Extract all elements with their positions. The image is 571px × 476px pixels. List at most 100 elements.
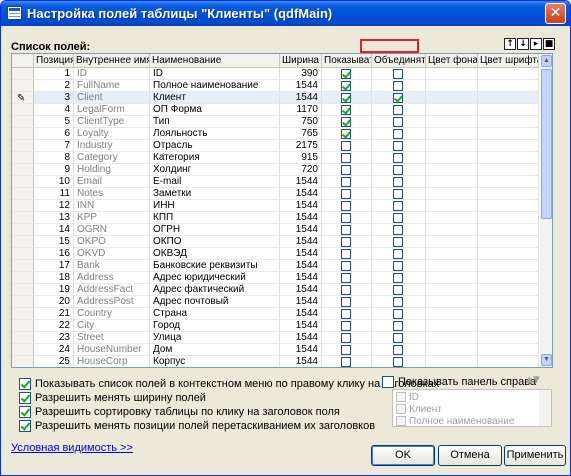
cell-merge[interactable]: [372, 140, 426, 152]
right-panel-arrows[interactable]: ▲▼: [526, 375, 552, 388]
cell-bg-color[interactable]: [426, 116, 478, 128]
merge-checkbox[interactable]: [393, 81, 403, 91]
toolbar-button-3[interactable]: ▸: [530, 38, 542, 50]
col-merge[interactable]: Объединять: [372, 54, 426, 68]
merge-checkbox[interactable]: [393, 213, 403, 223]
scroll-thumb[interactable]: [541, 69, 552, 219]
cell-title[interactable]: Улица: [150, 332, 280, 344]
cell-bg-color[interactable]: [426, 260, 478, 272]
cell-font-color[interactable]: [478, 104, 539, 116]
cell-show[interactable]: [322, 128, 372, 140]
cell-internal-name[interactable]: KPP: [74, 212, 150, 224]
cell-title[interactable]: Страна: [150, 308, 280, 320]
cell-position[interactable]: 25: [34, 356, 74, 367]
list-scrollbar[interactable]: [539, 390, 551, 426]
cell-merge[interactable]: [372, 164, 426, 176]
cell-internal-name[interactable]: LegalForm: [74, 104, 150, 116]
cell-title[interactable]: Полное наименование: [150, 80, 280, 92]
merge-checkbox[interactable]: [393, 333, 403, 343]
merge-checkbox[interactable]: [393, 117, 403, 127]
cell-width[interactable]: 750: [280, 116, 322, 128]
cell-width[interactable]: 2175: [280, 140, 322, 152]
cell-position[interactable]: 4: [34, 104, 74, 116]
cell-position[interactable]: 8: [34, 152, 74, 164]
cell-bg-color[interactable]: [426, 188, 478, 200]
list-item[interactable]: Клиент: [396, 403, 442, 415]
cell-font-color[interactable]: [478, 140, 539, 152]
cell-width[interactable]: 1170: [280, 104, 322, 116]
cell-title[interactable]: E-mail: [150, 176, 280, 188]
checkbox-sort-by-header[interactable]: [19, 405, 31, 418]
show-checkbox[interactable]: [341, 357, 351, 367]
table-row[interactable]: 6 Loyalty Лояльность 765: [12, 128, 539, 140]
cell-show[interactable]: [322, 332, 372, 344]
show-checkbox[interactable]: [341, 297, 351, 307]
cell-show[interactable]: [322, 272, 372, 284]
cell-show[interactable]: [322, 260, 372, 272]
table-row[interactable]: 23 Street Улица 1544: [12, 332, 539, 344]
option-context-menu[interactable]: Показывать список полей в контекстном ме…: [19, 377, 439, 390]
cell-show[interactable]: [322, 248, 372, 260]
show-checkbox[interactable]: [341, 141, 351, 151]
cell-font-color[interactable]: [478, 164, 539, 176]
cell-merge[interactable]: [372, 200, 426, 212]
cell-show[interactable]: [322, 176, 372, 188]
cell-merge[interactable]: [372, 188, 426, 200]
show-checkbox[interactable]: [341, 129, 351, 139]
cell-bg-color[interactable]: [426, 104, 478, 116]
cell-internal-name[interactable]: Country: [74, 308, 150, 320]
show-checkbox[interactable]: [341, 273, 351, 283]
cell-bg-color[interactable]: [426, 92, 478, 104]
cell-bg-color[interactable]: [426, 248, 478, 260]
show-checkbox[interactable]: [341, 261, 351, 271]
merge-checkbox[interactable]: [393, 237, 403, 247]
cell-font-color[interactable]: [478, 92, 539, 104]
cell-title[interactable]: ОГРН: [150, 224, 280, 236]
cell-font-color[interactable]: [478, 332, 539, 344]
col-bg-color[interactable]: Цвет фона: [426, 54, 478, 68]
show-checkbox[interactable]: [341, 177, 351, 187]
cell-merge[interactable]: [372, 296, 426, 308]
cell-width[interactable]: 1544: [280, 200, 322, 212]
cell-title[interactable]: Адрес почтовый: [150, 296, 280, 308]
cell-position[interactable]: 3: [34, 92, 74, 104]
cell-merge[interactable]: [372, 104, 426, 116]
col-show[interactable]: Показывать: [322, 54, 372, 68]
cell-merge[interactable]: [372, 260, 426, 272]
cell-show[interactable]: [322, 200, 372, 212]
col-font-color[interactable]: Цвет шрифта: [478, 54, 539, 68]
table-row[interactable]: 19 AddressFact Адрес фактический 1544: [12, 284, 539, 296]
table-row[interactable]: 12 INN ИНН 1544: [12, 200, 539, 212]
cell-width[interactable]: 1544: [280, 188, 322, 200]
arrow-up-icon[interactable]: ▲: [526, 375, 533, 385]
cell-width[interactable]: 1544: [280, 320, 322, 332]
col-width[interactable]: Ширина: [280, 54, 322, 68]
cell-width[interactable]: 1544: [280, 344, 322, 356]
cell-title[interactable]: ID: [150, 68, 280, 80]
checkbox-context-menu[interactable]: [19, 377, 31, 390]
cell-show[interactable]: [322, 236, 372, 248]
cell-title[interactable]: Банковские реквизиты: [150, 260, 280, 272]
cell-title[interactable]: Категория: [150, 152, 280, 164]
cell-internal-name[interactable]: ClientType: [74, 116, 150, 128]
ok-button[interactable]: OK: [371, 445, 435, 466]
cell-title[interactable]: Клиент: [150, 92, 280, 104]
cell-internal-name[interactable]: ID: [74, 68, 150, 80]
cell-internal-name[interactable]: Client: [74, 92, 150, 104]
cell-internal-name[interactable]: HouseNumber: [74, 344, 150, 356]
cell-title[interactable]: Корпус: [150, 356, 280, 367]
cell-position[interactable]: 17: [34, 260, 74, 272]
scroll-up-arrow[interactable]: ▲: [541, 55, 552, 67]
cell-show[interactable]: [322, 164, 372, 176]
merge-checkbox[interactable]: [393, 153, 403, 163]
cell-font-color[interactable]: [478, 200, 539, 212]
cell-width[interactable]: 1544: [280, 224, 322, 236]
merge-checkbox[interactable]: [393, 273, 403, 283]
merge-checkbox[interactable]: [393, 189, 403, 199]
cell-bg-color[interactable]: [426, 356, 478, 367]
cell-bg-color[interactable]: [426, 344, 478, 356]
show-checkbox[interactable]: [341, 189, 351, 199]
cell-width[interactable]: 1544: [280, 236, 322, 248]
show-checkbox[interactable]: [341, 285, 351, 295]
table-row[interactable]: 14 OGRN ОГРН 1544: [12, 224, 539, 236]
